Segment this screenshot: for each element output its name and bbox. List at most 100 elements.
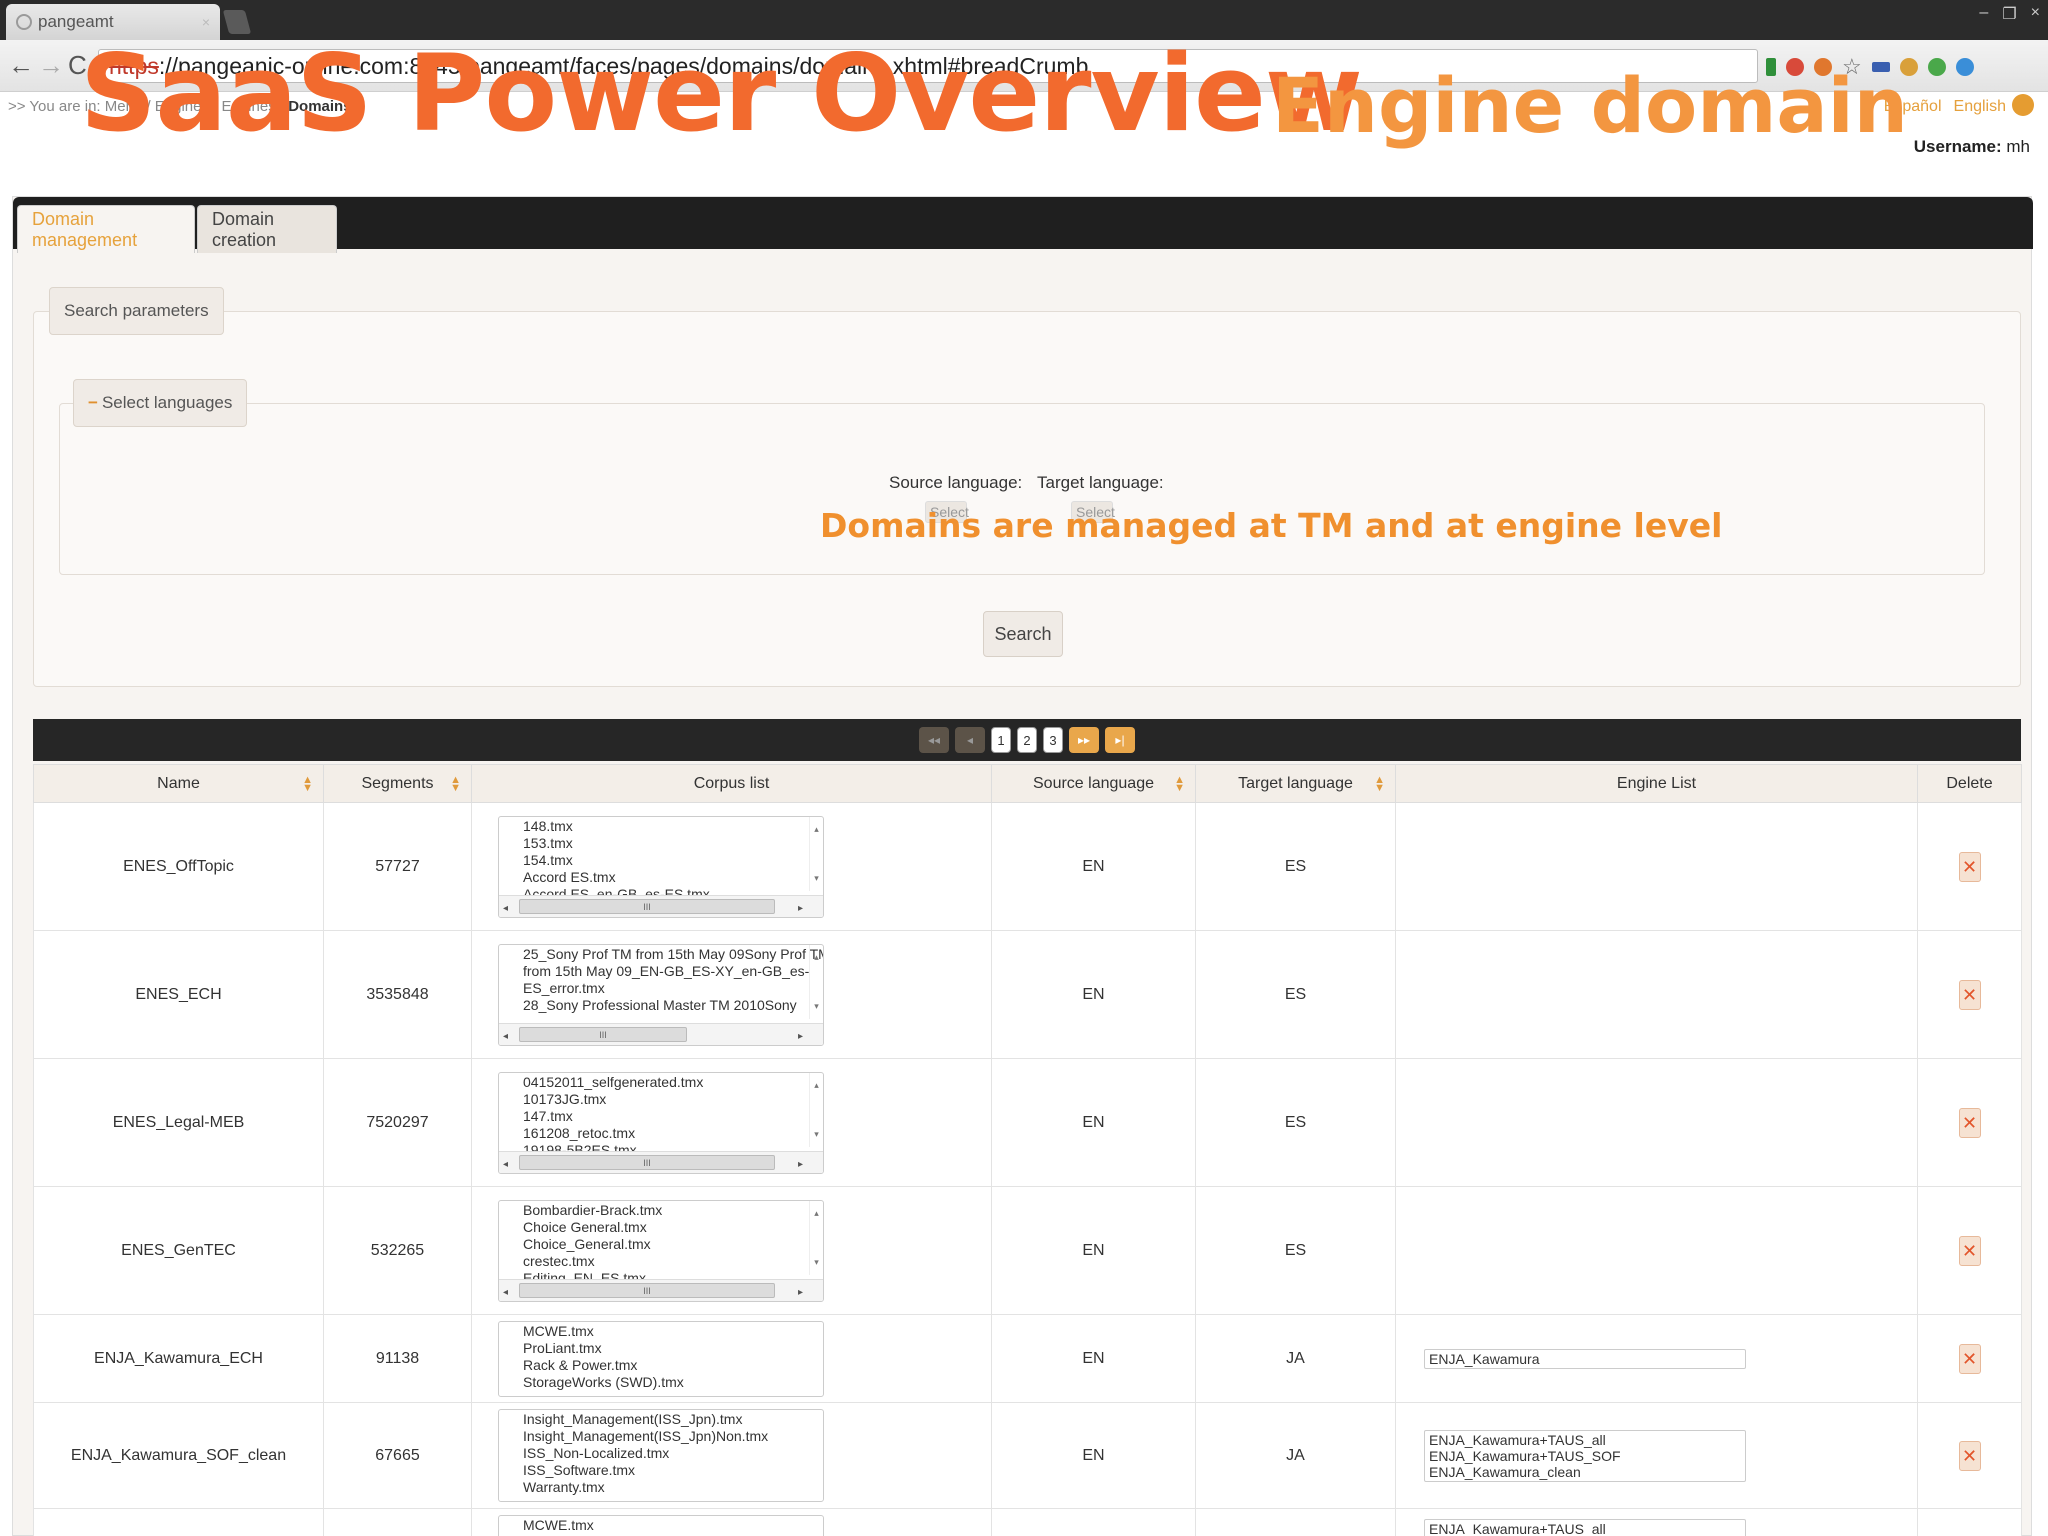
corpus-item[interactable]: 148.tmx — [523, 818, 799, 835]
corpus-item[interactable]: 147.tmx — [523, 1108, 799, 1125]
corpus-item[interactable]: Insight_Management(ISS_Jpn).tmx — [523, 1411, 799, 1428]
scroll-right-icon[interactable]: ▸ — [798, 1284, 803, 1301]
page-3-button[interactable]: 3 — [1043, 727, 1063, 753]
tab-close-icon[interactable]: × — [202, 14, 210, 30]
next-page-button[interactable]: ▸▸ — [1069, 727, 1099, 753]
column-source-language[interactable]: Source language ▲ ▼ — [991, 764, 1196, 803]
corpus-item[interactable]: Editing_EN_ES.tmx — [523, 1270, 799, 1279]
scroll-left-icon[interactable]: ◂ — [503, 1284, 508, 1301]
corpus-item[interactable]: from 15th May 09_EN-GB_ES-XY_en-GB_es- — [523, 963, 809, 980]
engine-item[interactable]: ENJA_Kawamura+TAUS_SOF — [1429, 1448, 1741, 1464]
corpus-item[interactable]: Choice_General.tmx — [523, 1236, 799, 1253]
prev-page-button[interactable]: ◂ — [955, 727, 985, 753]
sort-icon[interactable]: ▲ ▼ — [1374, 775, 1385, 794]
corpus-item[interactable]: ES_error.tmx — [523, 980, 799, 997]
scroll-thumb[interactable]: III — [519, 1154, 775, 1170]
corpus-listbox[interactable]: MCWE.tmx ProLiant.tmx Rack & Power.tmx Stor… — [498, 1320, 824, 1397]
delete-icon[interactable]: ✕ — [1958, 1107, 1981, 1138]
last-page-button[interactable]: ▸| — [1105, 727, 1135, 753]
scroll-up-icon[interactable]: ▴ — [814, 949, 819, 966]
horizontal-scrollbar[interactable]: ◂ III ▸ — [499, 894, 823, 917]
engine-listbox[interactable]: ENJA_Kawamura+TAUS_all ENJA_Kawamura+TAUS… — [1424, 1429, 1746, 1482]
delete-icon[interactable]: ✕ — [1958, 1235, 1981, 1266]
vertical-scrollbar[interactable]: ▴ ▾ — [809, 1072, 823, 1147]
corpus-item[interactable]: ISS_Software.tmx — [523, 1462, 799, 1479]
corpus-item[interactable]: 28_Sony Professional Master TM 2010Sony — [523, 997, 799, 1014]
corpus-item[interactable]: Bombardier-Brack.tmx — [523, 1202, 799, 1219]
scroll-down-icon[interactable]: ▾ — [814, 870, 819, 887]
engine-item[interactable]: ENJA_Kawamura_clean — [1429, 1464, 1741, 1480]
corpus-listbox[interactable]: 25_Sony Prof TM from 15th May 09Sony Pro… — [498, 943, 824, 1046]
delete-icon[interactable]: ✕ — [1958, 1343, 1981, 1374]
search-button[interactable]: Search — [983, 611, 1063, 657]
corpus-listbox[interactable]: Bombardier-Brack.tmx Choice General.tmx Ch… — [498, 1199, 824, 1302]
column-segments[interactable]: Segments ▲ ▼ — [323, 764, 472, 803]
corpus-item[interactable]: 25_Sony Prof TM from 15th May 09Sony Pro… — [523, 946, 823, 963]
close-window-button[interactable]: × — [2031, 4, 2040, 24]
horizontal-scrollbar[interactable]: ◂ III ▸ — [499, 1150, 823, 1173]
page-1-button[interactable]: 1 — [991, 727, 1011, 753]
corpus-item[interactable]: 161208_retoc.tmx — [523, 1125, 799, 1142]
scroll-down-icon[interactable]: ▾ — [814, 998, 819, 1015]
engine-listbox[interactable]: ENJA_Kawamura — [1424, 1348, 1746, 1369]
scroll-thumb[interactable]: III — [519, 1282, 775, 1298]
scroll-left-icon[interactable]: ◂ — [503, 900, 508, 917]
corpus-item[interactable]: MCWE.tmx — [523, 1323, 799, 1340]
corpus-listbox[interactable]: 148.tmx 153.tmx 154.tmx Accord ES.tmx Accord… — [498, 815, 824, 918]
tab-domain-creation[interactable]: Domain creation — [197, 205, 337, 253]
scroll-right-icon[interactable]: ▸ — [798, 1156, 803, 1173]
vertical-scrollbar[interactable]: ▴ ▾ — [809, 816, 823, 891]
corpus-item[interactable]: 10173JG.tmx — [523, 1091, 799, 1108]
vertical-scrollbar[interactable]: ▴ ▾ — [809, 1200, 823, 1275]
language-english-link[interactable]: English — [1954, 98, 2006, 116]
engine-item[interactable]: ENJA_Kawamura+TAUS_all — [1429, 1521, 1741, 1536]
sort-icon[interactable]: ▲ ▼ — [302, 775, 313, 794]
first-page-button[interactable]: ◂◂ — [919, 727, 949, 753]
horizontal-scrollbar[interactable]: ◂ III ▸ — [499, 1278, 823, 1301]
restore-button[interactable]: ❐ — [2002, 4, 2016, 24]
scroll-left-icon[interactable]: ◂ — [503, 1028, 508, 1045]
corpus-item[interactable]: Accord ES.tmx — [523, 869, 799, 886]
corpus-listbox[interactable]: 04152011_selfgenerated.tmx 10173JG.tmx 147… — [498, 1071, 824, 1174]
corpus-item[interactable]: 153.tmx — [523, 835, 799, 852]
scroll-right-icon[interactable]: ▸ — [798, 1028, 803, 1045]
corpus-item[interactable]: ISS_Non-Localized.tmx — [523, 1445, 799, 1462]
page-2-button[interactable]: 2 — [1017, 727, 1037, 753]
forward-button[interactable]: → — [38, 52, 64, 78]
sort-icon[interactable]: ▲ ▼ — [450, 775, 461, 794]
minimize-button[interactable]: – — [1979, 4, 1988, 24]
collapse-icon[interactable]: − — [88, 393, 98, 413]
scroll-up-icon[interactable]: ▴ — [814, 1077, 819, 1094]
tab-domain-management[interactable]: Domain management — [17, 205, 195, 253]
corpus-item[interactable]: 154.tmx — [523, 852, 799, 869]
corpus-item[interactable]: ProLiant.tmx — [523, 1340, 799, 1357]
corpus-item[interactable]: Accord ES_en-GB_es-ES.tmx — [523, 886, 799, 895]
corpus-listbox[interactable]: Insight_Management(ISS_Jpn).tmx Insight_M… — [498, 1409, 824, 1502]
corpus-item[interactable]: 04152011_selfgenerated.tmx — [523, 1074, 799, 1091]
vertical-scrollbar[interactable]: ▴ ▾ — [809, 944, 823, 1019]
corpus-item[interactable]: Warranty.tmx — [523, 1479, 799, 1496]
column-target-language[interactable]: Target language ▲ ▼ — [1195, 764, 1396, 803]
scroll-thumb[interactable]: III — [519, 898, 775, 914]
corpus-item[interactable]: StorageWorks (SWD).tmx — [523, 1374, 799, 1391]
scroll-left-icon[interactable]: ◂ — [503, 1156, 508, 1173]
engine-item[interactable]: ENJA_Kawamura+TAUS_all — [1429, 1432, 1741, 1448]
scroll-down-icon[interactable]: ▾ — [814, 1254, 819, 1271]
column-name[interactable]: Name ▲ ▼ — [33, 764, 324, 803]
corpus-item[interactable]: crestec.tmx — [523, 1253, 799, 1270]
corpus-item[interactable]: Choice General.tmx — [523, 1219, 799, 1236]
scroll-right-icon[interactable]: ▸ — [798, 900, 803, 917]
select-languages-legend[interactable]: − Select languages — [73, 379, 248, 427]
extension-blue-icon[interactable] — [1955, 58, 1974, 76]
delete-icon[interactable]: ✕ — [1958, 1440, 1981, 1471]
back-button[interactable]: ← — [8, 52, 34, 78]
horizontal-scrollbar[interactable]: ◂ III ▸ — [499, 1022, 823, 1045]
user-flag-icon[interactable] — [2012, 94, 2034, 116]
engine-item[interactable]: ENJA_Kawamura — [1429, 1351, 1741, 1367]
corpus-item[interactable]: 19198-5B2ES.tmx — [523, 1142, 799, 1151]
corpus-item[interactable]: Insight_Management(ISS_Jpn)Non.tmx — [523, 1428, 799, 1445]
delete-icon[interactable]: ✕ — [1958, 979, 1981, 1010]
scroll-down-icon[interactable]: ▾ — [814, 1126, 819, 1143]
corpus-item[interactable]: MCWE.tmx — [523, 1517, 799, 1534]
new-tab-button[interactable] — [222, 10, 252, 34]
